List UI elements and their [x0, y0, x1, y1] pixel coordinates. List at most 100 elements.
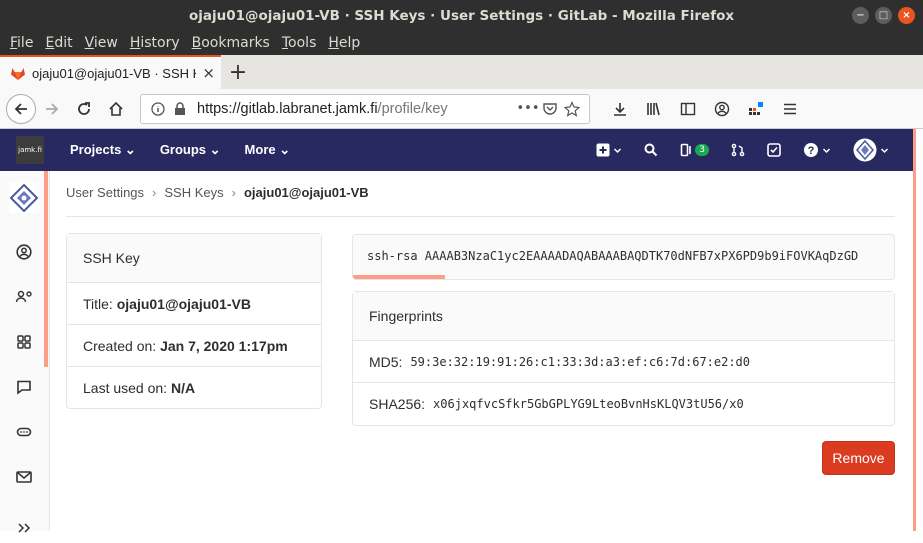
download-icon	[614, 102, 626, 116]
menubar: File Edit View History Bookmarks Tools H…	[0, 31, 923, 55]
comment-icon	[17, 380, 31, 395]
account-icon	[714, 101, 730, 116]
menu-bookmarks[interactable]: Bookmarks	[186, 35, 276, 51]
sidebar-item-chat[interactable]	[0, 372, 48, 402]
url-host: https://gitlab.labranet.jamk.fi	[197, 100, 378, 117]
sha256-label: SHA256:	[369, 395, 426, 412]
double-chevron-right-icon	[18, 523, 31, 533]
sidebar-user-avatar[interactable]	[0, 183, 48, 213]
lock-icon	[169, 98, 191, 120]
home-button[interactable]	[100, 93, 132, 125]
breadcrumb-ssh-keys[interactable]: SSH Keys	[164, 185, 223, 200]
navigation-toolbar: https://gitlab.labranet.jamk.fi/profile/…	[0, 89, 923, 129]
tab-title: ojaju01@ojaju01-VB · SSH Key	[32, 65, 196, 81]
tab-strip: ojaju01@ojaju01-VB · SSH Key × +	[0, 55, 923, 89]
page-actions-icon[interactable]: •••	[517, 98, 540, 120]
reload-icon	[78, 101, 90, 115]
issues-counter[interactable]: 3	[680, 143, 709, 157]
created-row: Created on: Jan 7, 2020 1:17pm	[67, 324, 321, 366]
user-menu[interactable]	[853, 138, 889, 162]
bookmark-star-icon[interactable]	[561, 98, 583, 120]
new-tab-button[interactable]: +	[221, 55, 255, 89]
token-icon	[16, 427, 32, 437]
nav-projects[interactable]: Projects ⌄	[58, 142, 148, 158]
forward-button[interactable]	[36, 93, 68, 125]
breadcrumb: User Settings › SSH Keys › ojaju01@ojaju…	[66, 185, 369, 200]
menu-file[interactable]: File	[4, 35, 39, 51]
md5-value: 59:3e:32:19:91:26:c1:33:3d:a3:ef:c6:7d:6…	[410, 354, 751, 369]
reload-button[interactable]	[68, 93, 100, 125]
scroll-indicator	[353, 275, 445, 279]
ssh-key-details-card: SSH Key Title: ojaju01@ojaju01-VB Create…	[66, 233, 322, 409]
account-button[interactable]	[706, 93, 738, 125]
new-item-button[interactable]	[596, 143, 622, 157]
fingerprints-card: Fingerprints MD5: 59:3e:32:19:91:26:c1:3…	[352, 291, 895, 426]
extension-icon	[749, 101, 763, 115]
user-settings-icon	[15, 290, 32, 303]
menu-edit[interactable]: Edit	[39, 35, 78, 51]
browser-tab[interactable]: ojaju01@ojaju01-VB · SSH Key ×	[0, 55, 221, 89]
created-value: Jan 7, 2020 1:17pm	[160, 337, 288, 354]
window-titlebar: ojaju01@ojaju01-VB · SSH Keys · User Set…	[0, 0, 923, 31]
breadcrumb-user-settings[interactable]: User Settings	[66, 185, 144, 200]
home-icon	[109, 101, 123, 116]
user-avatar	[853, 138, 877, 162]
menu-view[interactable]: View	[79, 35, 124, 51]
breadcrumb-current[interactable]: ojaju01@ojaju01-VB	[244, 185, 369, 200]
ssh-key-text-box[interactable]: ssh-rsa AAAAB3NzaC1yc2EAAAADAQABAAABAQDT…	[352, 234, 895, 280]
library-button[interactable]	[638, 93, 670, 125]
fingerprints-header: Fingerprints	[353, 292, 894, 340]
downloads-button[interactable]	[604, 93, 636, 125]
minimize-button[interactable]: −	[852, 7, 869, 24]
sidebar-item-applications[interactable]	[0, 327, 48, 357]
sidebar-item-account[interactable]	[0, 282, 48, 312]
address-bar[interactable]: https://gitlab.labranet.jamk.fi/profile/…	[140, 93, 590, 124]
last-used-row: Last used on: N/A	[67, 366, 321, 408]
maximize-button[interactable]: □	[875, 7, 892, 24]
tab-close-icon[interactable]: ×	[202, 64, 215, 82]
close-window-button[interactable]: ×	[898, 7, 915, 24]
menu-help[interactable]: Help	[322, 35, 366, 51]
issues-icon	[680, 143, 692, 157]
settings-sidebar	[0, 171, 50, 533]
hamburger-menu-icon	[784, 103, 796, 114]
jamk-logo[interactable]: jamk.fi	[16, 136, 44, 164]
mail-icon	[16, 471, 32, 483]
sidebar-toggle-button[interactable]	[672, 93, 704, 125]
sidebar-item-access-tokens[interactable]	[0, 417, 48, 447]
pocket-icon[interactable]	[539, 98, 561, 120]
url-path: /profile/key	[377, 100, 448, 117]
title-row: Title: ojaju01@ojaju01-VB	[67, 282, 321, 324]
menu-history[interactable]: History	[124, 35, 186, 51]
search-icon[interactable]	[644, 143, 658, 157]
menu-tools[interactable]: Tools	[276, 35, 323, 51]
sidebar-item-emails[interactable]	[0, 462, 48, 492]
help-icon: ?	[804, 143, 818, 157]
created-label: Created on:	[83, 337, 157, 354]
chevron-down-icon	[614, 147, 622, 153]
nav-more[interactable]: More ⌄	[233, 142, 303, 158]
md5-label: MD5:	[369, 353, 403, 370]
svg-text:?: ?	[808, 145, 815, 157]
sidebar-item-profile[interactable]	[0, 237, 48, 267]
ssh-key-text[interactable]: ssh-rsa AAAAB3NzaC1yc2EAAAADAQABAAABAQDT…	[353, 235, 894, 277]
extensions-button[interactable]	[740, 93, 772, 125]
back-arrow-icon	[14, 102, 27, 115]
sidebar-icon	[680, 102, 696, 115]
forward-arrow-icon	[46, 102, 59, 115]
user-avatar-icon	[9, 183, 39, 213]
back-button[interactable]	[6, 93, 36, 124]
help-button[interactable]: ?	[803, 142, 831, 158]
profile-icon	[16, 244, 32, 260]
url-text[interactable]: https://gitlab.labranet.jamk.fi/profile/…	[197, 101, 517, 117]
merge-request-icon[interactable]	[731, 143, 745, 157]
todo-check-icon[interactable]	[767, 143, 781, 157]
chevron-down-icon	[822, 147, 831, 153]
site-info-icon[interactable]	[147, 98, 169, 120]
sidebar-collapse-button[interactable]	[0, 513, 48, 543]
nav-groups[interactable]: Groups ⌄	[148, 142, 233, 158]
page-scrollbar[interactable]	[913, 129, 923, 531]
menu-button[interactable]	[774, 93, 806, 125]
chevron-down-icon	[880, 147, 889, 153]
remove-button[interactable]: Remove	[822, 441, 895, 475]
